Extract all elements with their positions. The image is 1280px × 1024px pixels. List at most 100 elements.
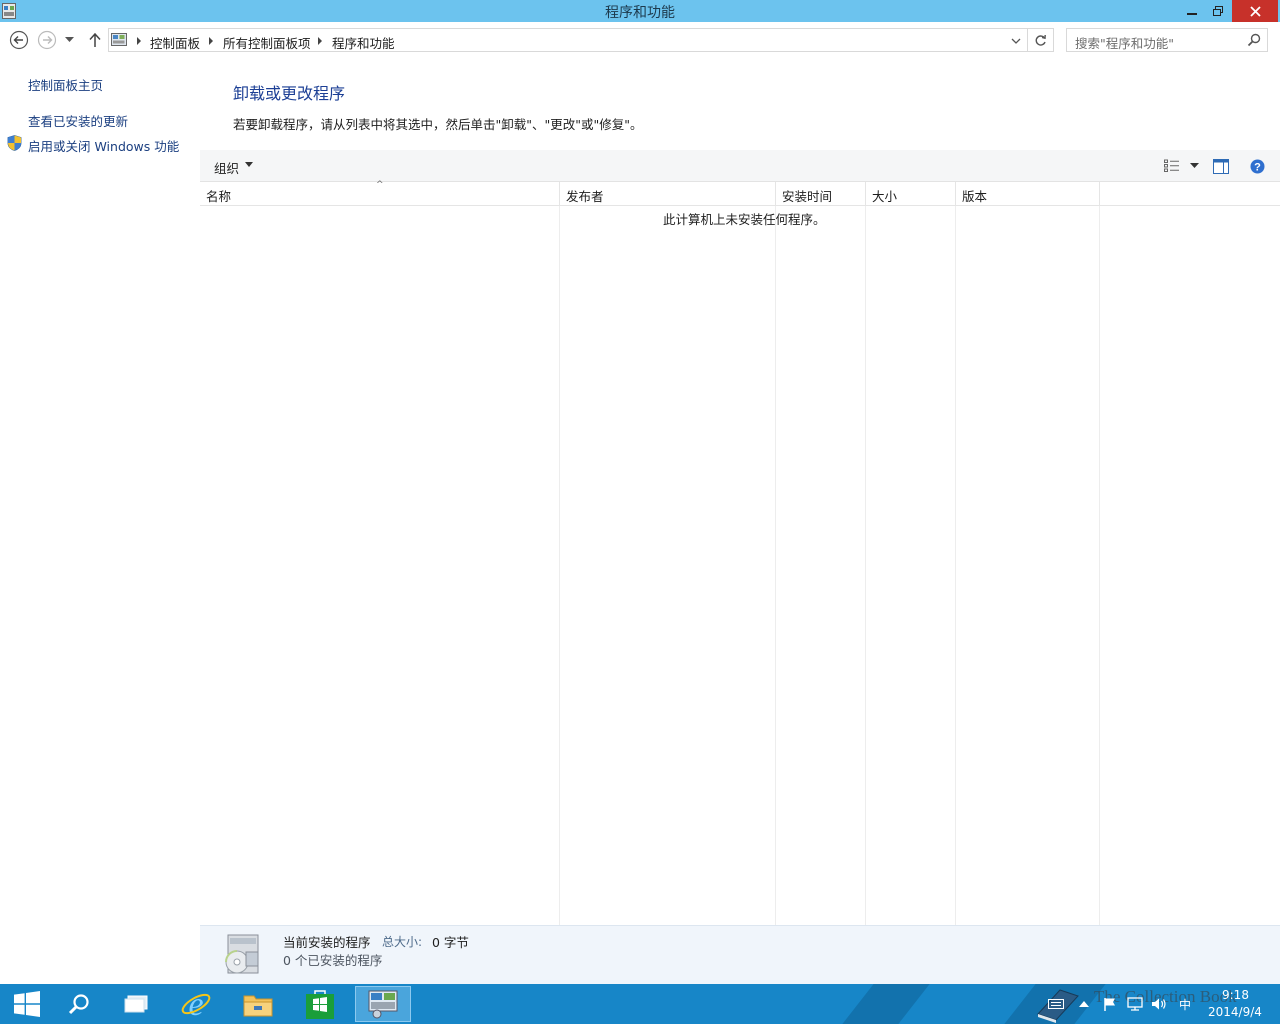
file-explorer-icon bbox=[243, 995, 273, 1017]
page-title: 卸载或更改程序 bbox=[233, 84, 346, 103]
total-size-value: 0 字节 bbox=[432, 935, 469, 950]
back-button[interactable] bbox=[9, 30, 29, 50]
task-view-button[interactable] bbox=[109, 986, 163, 1022]
column-header-installed-on[interactable]: 安装时间 bbox=[776, 182, 866, 206]
start-icon bbox=[14, 991, 40, 1017]
column-installed-on-label: 安装时间 bbox=[782, 189, 833, 204]
refresh-icon bbox=[1035, 34, 1046, 46]
details-view-icon bbox=[1164, 159, 1179, 172]
search-icon bbox=[68, 994, 89, 1015]
taskbar-search-button[interactable] bbox=[52, 986, 106, 1022]
chevron-down-icon bbox=[1189, 163, 1199, 168]
address-bar[interactable]: 控制面板 所有控制面板项 程序和功能 bbox=[108, 28, 1028, 52]
total-size-label: 总大小: bbox=[382, 935, 423, 949]
clock-date[interactable]: 2014/9/4 bbox=[1208, 1005, 1262, 1019]
preview-pane-icon bbox=[1213, 158, 1229, 174]
start-button[interactable] bbox=[0, 986, 54, 1022]
svg-text:e: e bbox=[188, 988, 203, 1020]
task-pane: 控制面板主页 查看已安装的更新 启用或关闭 Windows 功能 bbox=[0, 58, 200, 984]
close-icon bbox=[1249, 5, 1261, 17]
breadcrumb-all-control-panel-items[interactable]: 所有控制面板项 bbox=[223, 33, 311, 52]
column-size-label: 大小 bbox=[872, 189, 898, 204]
column-header-name[interactable]: 名称 ^ bbox=[200, 180, 560, 206]
restore-icon bbox=[1213, 6, 1223, 16]
empty-list-message: 此计算机上未安装任何程序。 bbox=[663, 212, 826, 227]
internet-explorer-icon: e bbox=[181, 988, 211, 1020]
change-view-button[interactable] bbox=[1163, 157, 1181, 175]
restore-button[interactable] bbox=[1206, 0, 1230, 22]
show-hidden-icons-button[interactable] bbox=[1076, 996, 1092, 1012]
organize-button[interactable]: 组织 bbox=[214, 158, 239, 177]
up-arrow-icon bbox=[89, 32, 101, 47]
page-description: 若要卸载程序，请从列表中将其选中，然后单击"卸载"、"更改"或"修复"。 bbox=[233, 117, 643, 132]
breadcrumb-separator-icon[interactable] bbox=[207, 36, 215, 46]
task-view-icon bbox=[124, 995, 148, 1013]
navigation-bar: 控制面板 所有控制面板项 程序和功能 搜索"程序和功能" bbox=[0, 22, 1280, 58]
column-name-label: 名称 bbox=[206, 189, 232, 204]
help-icon: ? bbox=[1250, 159, 1264, 173]
column-divider bbox=[775, 206, 776, 925]
title-bar: 程序和功能 bbox=[0, 0, 1280, 22]
program-list[interactable]: 此计算机上未安装任何程序。 bbox=[200, 206, 1280, 925]
installed-programs-icon bbox=[225, 934, 259, 974]
column-header-row: 名称 ^ 发布者 安装时间 大小 版本 bbox=[200, 180, 1280, 206]
store-icon bbox=[306, 990, 334, 1019]
preview-pane-button[interactable] bbox=[1212, 157, 1230, 175]
column-header-version[interactable]: 版本 bbox=[956, 182, 1100, 206]
details-pane: 当前安装的程序 总大小: 0 字节 0 个已安装的程序 bbox=[200, 925, 1280, 984]
window-title: 程序和功能 bbox=[605, 5, 675, 21]
search-box[interactable]: 搜索"程序和功能" bbox=[1066, 28, 1268, 52]
action-center-button[interactable] bbox=[1048, 996, 1064, 1012]
chevron-down-icon bbox=[64, 37, 74, 42]
control-panel-home-link[interactable]: 控制面板主页 bbox=[28, 75, 103, 94]
control-panel-icon bbox=[368, 990, 398, 1019]
column-header-size[interactable]: 大小 bbox=[866, 182, 956, 206]
input-method-indicator[interactable]: 中 bbox=[1177, 996, 1193, 1012]
view-installed-updates-link[interactable]: 查看已安装的更新 bbox=[28, 111, 128, 130]
clock-time[interactable]: 9:18 bbox=[1222, 988, 1249, 1002]
minimize-icon bbox=[1187, 13, 1197, 15]
help-button[interactable]: ? bbox=[1248, 157, 1266, 175]
control-panel-taskbar-button[interactable] bbox=[355, 986, 411, 1022]
recent-locations-button[interactable] bbox=[62, 30, 76, 50]
search-icon[interactable] bbox=[1247, 33, 1261, 47]
column-divider bbox=[559, 206, 560, 925]
back-arrow-icon bbox=[9, 30, 29, 50]
address-history-dropdown-icon[interactable] bbox=[1009, 33, 1023, 49]
minimize-button[interactable] bbox=[1180, 0, 1204, 22]
chevron-up-icon bbox=[1079, 1001, 1089, 1007]
store-taskbar-button[interactable] bbox=[293, 986, 347, 1022]
flag-icon bbox=[1104, 998, 1115, 1011]
search-placeholder[interactable]: 搜索"程序和功能" bbox=[1075, 33, 1174, 52]
close-button[interactable] bbox=[1232, 0, 1278, 22]
speaker-icon bbox=[1152, 998, 1166, 1010]
breadcrumb-programs-and-features[interactable]: 程序和功能 bbox=[332, 33, 395, 52]
column-divider bbox=[955, 206, 956, 925]
forward-arrow-icon bbox=[37, 30, 57, 50]
installed-count: 0 个已安装的程序 bbox=[283, 953, 383, 968]
column-publisher-label: 发布者 bbox=[566, 189, 604, 204]
column-divider bbox=[1099, 206, 1100, 925]
control-panel-location-icon bbox=[111, 33, 127, 46]
internet-explorer-taskbar-button[interactable]: e bbox=[169, 986, 223, 1022]
volume-button[interactable] bbox=[1151, 996, 1167, 1012]
view-options-dropdown[interactable] bbox=[1187, 157, 1201, 175]
forward-button[interactable] bbox=[37, 30, 57, 50]
keyboard-icon bbox=[1048, 999, 1064, 1009]
column-header-publisher[interactable]: 发布者 bbox=[560, 182, 776, 206]
breadcrumb-separator-icon[interactable] bbox=[316, 36, 324, 46]
refresh-button[interactable] bbox=[1028, 28, 1054, 52]
turn-windows-features-link[interactable]: 启用或关闭 Windows 功能 bbox=[28, 136, 179, 155]
svg-text:?: ? bbox=[1254, 161, 1261, 173]
taskbar-decoration bbox=[842, 984, 930, 1024]
network-button[interactable] bbox=[1127, 996, 1143, 1012]
breadcrumb-control-panel[interactable]: 控制面板 bbox=[150, 33, 200, 52]
taskbar: e The Collection Book 中 9:18 2014/9/4 bbox=[0, 984, 1280, 1024]
organize-dropdown-icon[interactable] bbox=[245, 162, 253, 167]
action-center-flag-button[interactable] bbox=[1102, 996, 1118, 1012]
uac-shield-icon bbox=[7, 135, 22, 151]
file-explorer-taskbar-button[interactable] bbox=[231, 986, 285, 1022]
up-button[interactable] bbox=[85, 30, 105, 50]
breadcrumb-separator-icon bbox=[137, 37, 141, 45]
details-title: 当前安装的程序 bbox=[283, 935, 371, 950]
